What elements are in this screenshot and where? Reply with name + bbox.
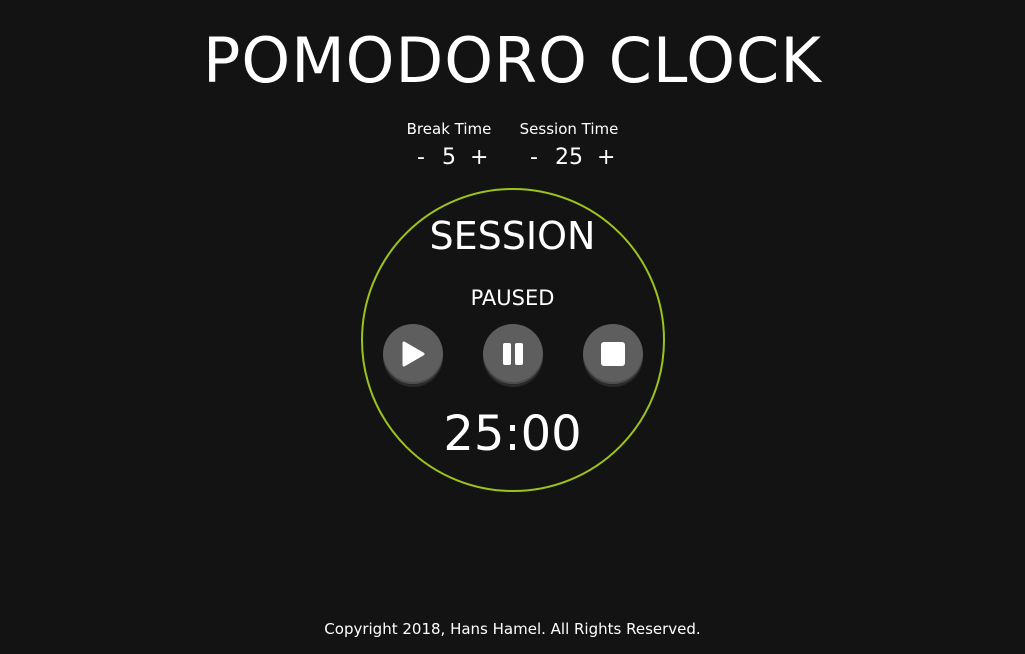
stop-icon [601, 342, 625, 366]
session-increment-button[interactable]: + [597, 142, 615, 174]
session-time-row: - 25 + [510, 142, 628, 174]
break-time-control: Break Time - 5 + [398, 118, 500, 174]
pause-icon [503, 343, 523, 365]
session-decrement-button[interactable]: - [527, 142, 541, 174]
page-title: POMODORO CLOCK [203, 24, 822, 97]
timer-status-label: PAUSED [470, 286, 555, 310]
break-time-value: 5 [442, 145, 456, 170]
session-time-value: 25 [555, 145, 583, 170]
play-button[interactable] [383, 324, 443, 384]
break-increment-button[interactable]: + [470, 142, 488, 174]
pomodoro-app: POMODORO CLOCK Break Time - 5 + Session … [0, 0, 1025, 654]
timer-mode-label: SESSION [429, 214, 596, 258]
footer-copyright: Copyright 2018, Hans Hamel. All Rights R… [324, 620, 701, 638]
play-icon [402, 341, 425, 367]
timer-display: 25:00 [443, 406, 582, 462]
break-time-label: Break Time [406, 120, 492, 138]
stop-button[interactable] [583, 324, 643, 384]
session-time-label: Session Time [519, 120, 619, 138]
pause-button[interactable] [483, 324, 543, 384]
break-time-row: - 5 + [398, 142, 500, 174]
break-decrement-button[interactable]: - [414, 142, 428, 174]
session-time-control: Session Time - 25 + [510, 118, 628, 174]
